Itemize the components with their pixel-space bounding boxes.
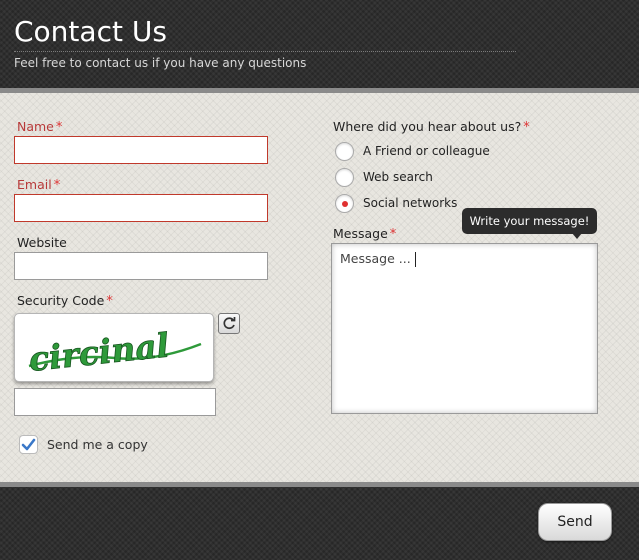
email-label-text: Email [17,177,52,192]
name-field[interactable] [14,136,268,164]
security-code-label: Security Code * [17,293,113,310]
email-field[interactable] [14,194,268,222]
checkmark-icon [21,438,36,451]
page-title: Contact Us [14,15,167,48]
header: Contact Us Feel free to contact us if yo… [0,0,639,88]
heard-about-required-mark: * [523,120,530,135]
email-required-mark: * [53,178,61,193]
message-text: Message ... [340,251,411,266]
send-button[interactable]: Send [538,503,612,541]
captcha-text: circinal [27,325,171,378]
name-label: Name * [17,119,62,136]
website-field[interactable] [14,252,268,280]
radio-friend-or-colleague-label: A Friend or colleague [363,144,490,158]
name-required-mark: * [55,120,63,135]
radio-social-networks-label: Social networks [363,196,458,210]
radio-selected-dot [342,201,348,207]
send-copy-checkbox[interactable] [19,435,38,454]
website-label: Website [17,235,67,250]
text-cursor [414,252,416,267]
radio-social-networks[interactable] [335,194,354,213]
message-label: Message * [333,226,396,243]
heard-about-label: Where did you hear about us? * [333,119,530,136]
security-code-required-mark: * [106,294,113,309]
message-tooltip: Write your message! [462,208,597,234]
security-code-label-text: Security Code [17,293,105,308]
captcha-graphic: circinal [27,325,202,379]
radio-friend-or-colleague[interactable] [335,142,354,161]
name-label-text: Name [17,119,54,134]
captcha-refresh-button[interactable] [218,313,240,334]
heard-about-label-text: Where did you hear about us? [333,119,522,134]
captcha-image: circinal [14,313,214,382]
title-divider [14,51,516,52]
email-label: Email * [17,177,60,194]
tooltip-arrow [572,233,582,239]
radio-web-search[interactable] [335,168,354,187]
send-copy-label: Send me a copy [47,437,148,452]
radio-web-search-label: Web search [363,170,433,184]
refresh-icon [223,317,236,330]
message-textarea[interactable]: Message ... [331,243,598,414]
message-label-text: Message [333,226,388,241]
security-code-field[interactable] [14,388,216,416]
message-required-mark: * [389,227,397,242]
page-subtitle: Feel free to contact us if you have any … [14,56,307,70]
